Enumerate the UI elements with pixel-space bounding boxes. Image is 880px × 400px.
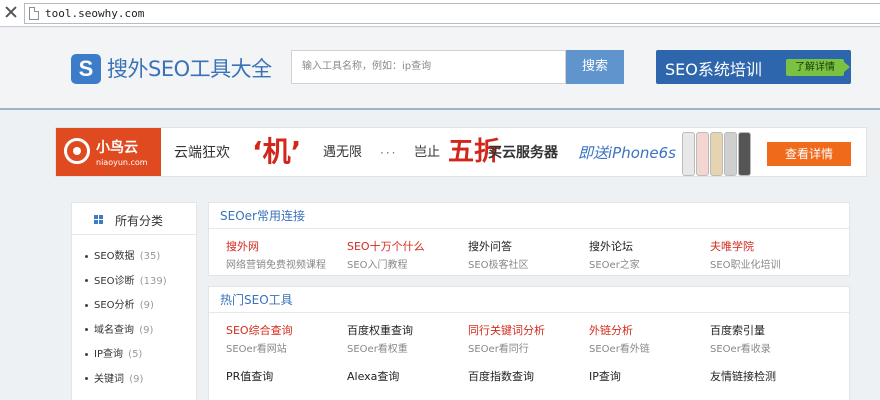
page-icon: [29, 7, 39, 20]
link-name[interactable]: 搜外论坛: [589, 238, 709, 254]
tool-item[interactable]: 友情链接检测: [710, 368, 830, 384]
sidebar-item-count: (9): [139, 324, 154, 336]
tool-item[interactable]: SEO综合查询 SEOer看网站: [226, 322, 346, 355]
tool-name[interactable]: 百度权重查询: [347, 322, 467, 338]
link-desc: SEO入门教程: [347, 260, 408, 271]
tool-name[interactable]: PR值查询: [226, 368, 346, 384]
sidebar-header: 所有分类: [72, 203, 196, 235]
sidebar-item-label: IP查询: [94, 349, 123, 360]
tool-item[interactable]: 百度指数查询: [468, 368, 588, 384]
link-desc: 网络营销免费视频课程: [226, 260, 326, 271]
link-name[interactable]: 夫唯学院: [710, 238, 830, 254]
tool-item[interactable]: PR值查询: [226, 368, 346, 384]
search-button[interactable]: 搜索: [566, 50, 624, 84]
sidebar-item-keyword[interactable]: 关键词 (9): [72, 370, 196, 395]
tool-name[interactable]: 外链分析: [589, 322, 709, 338]
link-item[interactable]: 搜外网网络营销免费视频课程: [226, 238, 346, 271]
tool-item[interactable]: 百度权重查询 SEOer看权重: [347, 322, 467, 355]
tool-name[interactable]: 同行关键词分析: [468, 322, 588, 338]
link-desc: SEO极客社区: [468, 260, 529, 271]
tool-item[interactable]: 同行关键词分析 SEOer看同行: [468, 322, 588, 355]
ad-brand-name: 小鸟云: [96, 140, 138, 156]
tool-item[interactable]: IP查询: [589, 368, 709, 384]
training-title: SEO系统培训: [665, 60, 762, 79]
url-text: tool.seowhy.com: [45, 7, 145, 20]
ad-text-5: 岂止: [414, 145, 441, 160]
ad-brand: 小鸟云 niaoyun.com: [56, 128, 161, 176]
sidebar-item-seo-analysis[interactable]: SEO分析 (9): [72, 296, 196, 321]
sidebar-item-count: (9): [139, 300, 154, 311]
tool-name[interactable]: 友情链接检测: [710, 368, 830, 384]
tool-item[interactable]: Alexa查询: [347, 368, 467, 384]
link-desc: SEOer之家: [589, 260, 640, 271]
sidebar-item-seo-data[interactable]: SEO数据 (35): [72, 247, 196, 272]
tool-item[interactable]: 外链分析 SEOer看外链: [589, 322, 709, 355]
url-field[interactable]: tool.seowhy.com: [24, 3, 880, 24]
sidebar-item-label: SEO分析: [94, 300, 135, 311]
tool-name[interactable]: 百度指数查询: [468, 368, 588, 384]
ad-text-1: 云端狂欢: [174, 145, 230, 161]
ad-brand-domain: niaoyun.com: [96, 158, 148, 167]
sidebar-item-count: (35): [139, 251, 161, 262]
training-banner[interactable]: SEO系统培训 了解详情: [656, 50, 851, 84]
tool-desc: SEOer看权重: [347, 344, 408, 355]
bullet-icon: [85, 303, 88, 307]
panel-title: SEOer常用连接: [209, 203, 849, 229]
common-links-panel: SEOer常用连接 搜外网 网络营销免费视频课程 SEO十万个什么 SEO入门教程 …: [208, 202, 850, 276]
browser-address-bar: tool.seowhy.com: [0, 0, 880, 27]
ad-text-7: 买云服务器: [488, 145, 558, 161]
link-item[interactable]: SEO十万个什么 SEO入门教程: [347, 238, 467, 271]
learn-more-button[interactable]: 了解详情: [786, 59, 850, 76]
logo-icon[interactable]: S: [71, 54, 101, 84]
sidebar-item-label: SEO数据: [94, 251, 135, 262]
close-icon[interactable]: [4, 5, 18, 19]
panel-title: 热门SEO工具: [209, 287, 849, 313]
search-input[interactable]: 输入工具名称，例如：ip查询: [291, 50, 566, 84]
tool-name[interactable]: SEO综合查询: [226, 322, 346, 338]
sidebar-item-seo-diagnosis[interactable]: SEO诊断 (139): [72, 272, 196, 297]
link-item[interactable]: 搜外论坛 SEOer之家: [589, 238, 709, 271]
bullet-icon: [85, 254, 88, 258]
hot-tools-panel: 热门SEO工具 SEO综合查询 SEOer看网站 百度权重查询 SEOer看权重 同…: [208, 286, 850, 400]
logo-text[interactable]: 搜外SEO工具大全: [107, 53, 272, 83]
sidebar-item-label: SEO诊断: [94, 275, 135, 287]
sidebar-item-count: (139): [139, 275, 167, 287]
grid-icon: [94, 215, 103, 224]
ad-dots: ···: [380, 146, 398, 160]
tool-desc: SEOer看收录: [710, 344, 771, 355]
site-header: S 搜外SEO工具大全 输入工具名称，例如：ip查询 搜索 SEO系统培训 了解…: [0, 28, 880, 110]
link-desc: SEO职业化培训: [710, 260, 781, 271]
sidebar-item-ip[interactable]: IP查询 (5): [72, 345, 196, 370]
bullet-icon: [85, 279, 88, 282]
ad-text-8: 即送iPhone6s: [578, 144, 676, 162]
ad-text-2: ‘机’: [252, 135, 302, 168]
sidebar-title: 所有分类: [115, 214, 164, 228]
link-item[interactable]: 搜外问答 SEO极客社区: [468, 238, 588, 271]
ad-text-3: 遇无限: [323, 145, 363, 160]
sidebar-item-domain[interactable]: 域名查询 (9): [72, 321, 196, 346]
tool-desc: SEOer看外链: [589, 344, 650, 355]
sidebar-item-count: (5): [128, 349, 143, 360]
sidebar-item-label: 域名查询: [94, 324, 134, 336]
bullet-icon: [85, 328, 88, 331]
tool-desc: SEOer看同行: [468, 344, 529, 355]
category-sidebar: 所有分类 SEO数据 (35) SEO诊断 (139) SEO分析 (9) 域名…: [71, 202, 197, 400]
tool-name[interactable]: Alexa查询: [347, 368, 467, 384]
link-name[interactable]: 搜外问答: [468, 238, 588, 254]
ad-cta-button[interactable]: 查看详情: [767, 142, 851, 166]
link-name[interactable]: SEO十万个什么: [347, 238, 467, 254]
bullet-icon: [85, 377, 88, 380]
tool-desc: SEOer看网站: [226, 344, 287, 355]
sidebar-item-label: 关键词: [94, 373, 124, 385]
ad-banner[interactable]: 小鸟云 niaoyun.com 云端狂欢 ‘机’ 遇无限 ··· 岂止 五折 买…: [55, 127, 867, 177]
tool-name[interactable]: 百度索引量: [710, 322, 830, 338]
bullet-icon: [85, 352, 88, 356]
bird-logo-icon: [64, 138, 90, 164]
tool-name[interactable]: IP查询: [589, 368, 709, 384]
tool-item[interactable]: 百度索引量 SEOer看收录: [710, 322, 830, 355]
sidebar-item-count: (9): [129, 373, 144, 385]
link-name[interactable]: 搜外网: [226, 238, 346, 254]
phones-image: [682, 132, 752, 176]
link-item[interactable]: 夫唯学院 SEO职业化培训: [710, 238, 830, 271]
